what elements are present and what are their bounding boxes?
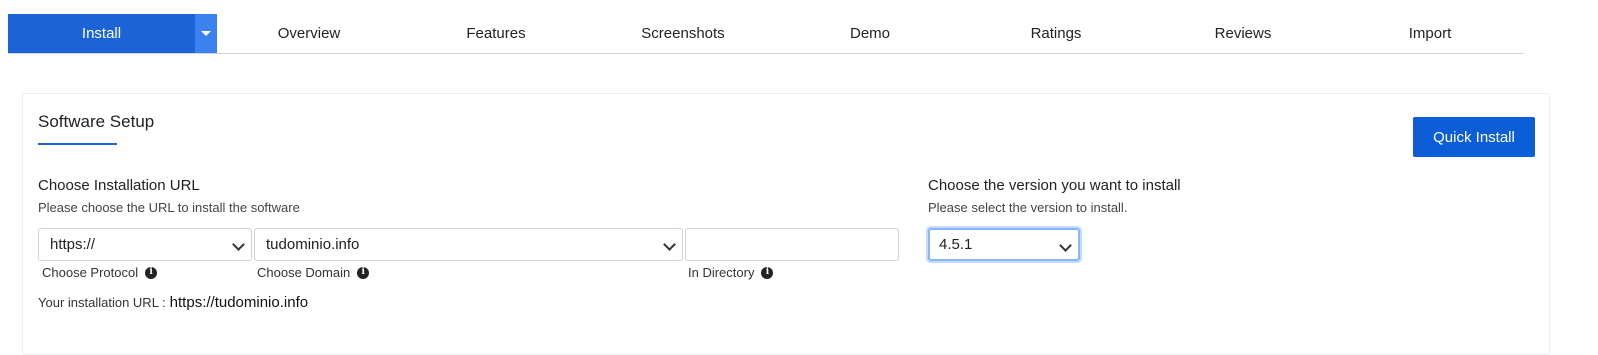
tab-ratings[interactable]: Ratings (1021, 14, 1092, 53)
tab-install[interactable]: Install (8, 14, 195, 53)
info-icon[interactable]: i (145, 266, 158, 279)
version-select[interactable]: 4.5.1 (928, 228, 1080, 261)
domain-label: Choose Domain i (257, 265, 370, 280)
installation-url-summary: Your installation URL : https://tudomini… (38, 294, 308, 311)
tab-install-dropdown-toggle[interactable] (195, 14, 217, 53)
tab-overview[interactable]: Overview (268, 14, 351, 53)
software-setup-card: Software Setup Quick Install Choose Inst… (22, 93, 1550, 355)
installation-url-label: Your installation URL : (38, 295, 166, 310)
install-url-description: Please choose the URL to install the sof… (38, 200, 300, 215)
protocol-select[interactable]: https:// (38, 228, 252, 261)
domain-label-text: Choose Domain (257, 265, 351, 280)
domain-select-value: tudominio.info (266, 236, 360, 253)
tab-bar: Install Overview Features Screenshots De… (8, 14, 1524, 54)
info-icon[interactable]: i (761, 266, 774, 279)
caret-down-icon (201, 31, 211, 36)
tab-features[interactable]: Features (456, 14, 535, 53)
chevron-down-icon (1059, 239, 1072, 252)
version-heading: Choose the version you want to install (928, 177, 1181, 194)
protocol-label-text: Choose Protocol (42, 265, 139, 280)
tab-demo[interactable]: Demo (840, 14, 900, 53)
install-url-heading: Choose Installation URL (38, 177, 200, 194)
tab-reviews[interactable]: Reviews (1205, 14, 1282, 53)
chevron-down-icon (663, 238, 676, 251)
info-icon[interactable]: i (357, 266, 370, 279)
directory-label-text: In Directory (688, 265, 755, 280)
section-title-underline (38, 143, 117, 145)
domain-select[interactable]: tudominio.info (254, 228, 683, 261)
section-title: Software Setup (38, 112, 155, 131)
quick-install-button[interactable]: Quick Install (1413, 117, 1535, 157)
tab-import[interactable]: Import (1399, 14, 1462, 53)
chevron-down-icon (232, 238, 245, 251)
version-select-value: 4.5.1 (939, 236, 973, 253)
installation-url-value: https://tudominio.info (169, 294, 309, 311)
protocol-select-value: https:// (50, 236, 96, 253)
directory-label: In Directory i (688, 265, 774, 280)
tab-screenshots[interactable]: Screenshots (631, 14, 734, 53)
protocol-label: Choose Protocol i (42, 265, 158, 280)
directory-input[interactable] (685, 228, 899, 261)
version-description: Please select the version to install. (928, 200, 1128, 215)
